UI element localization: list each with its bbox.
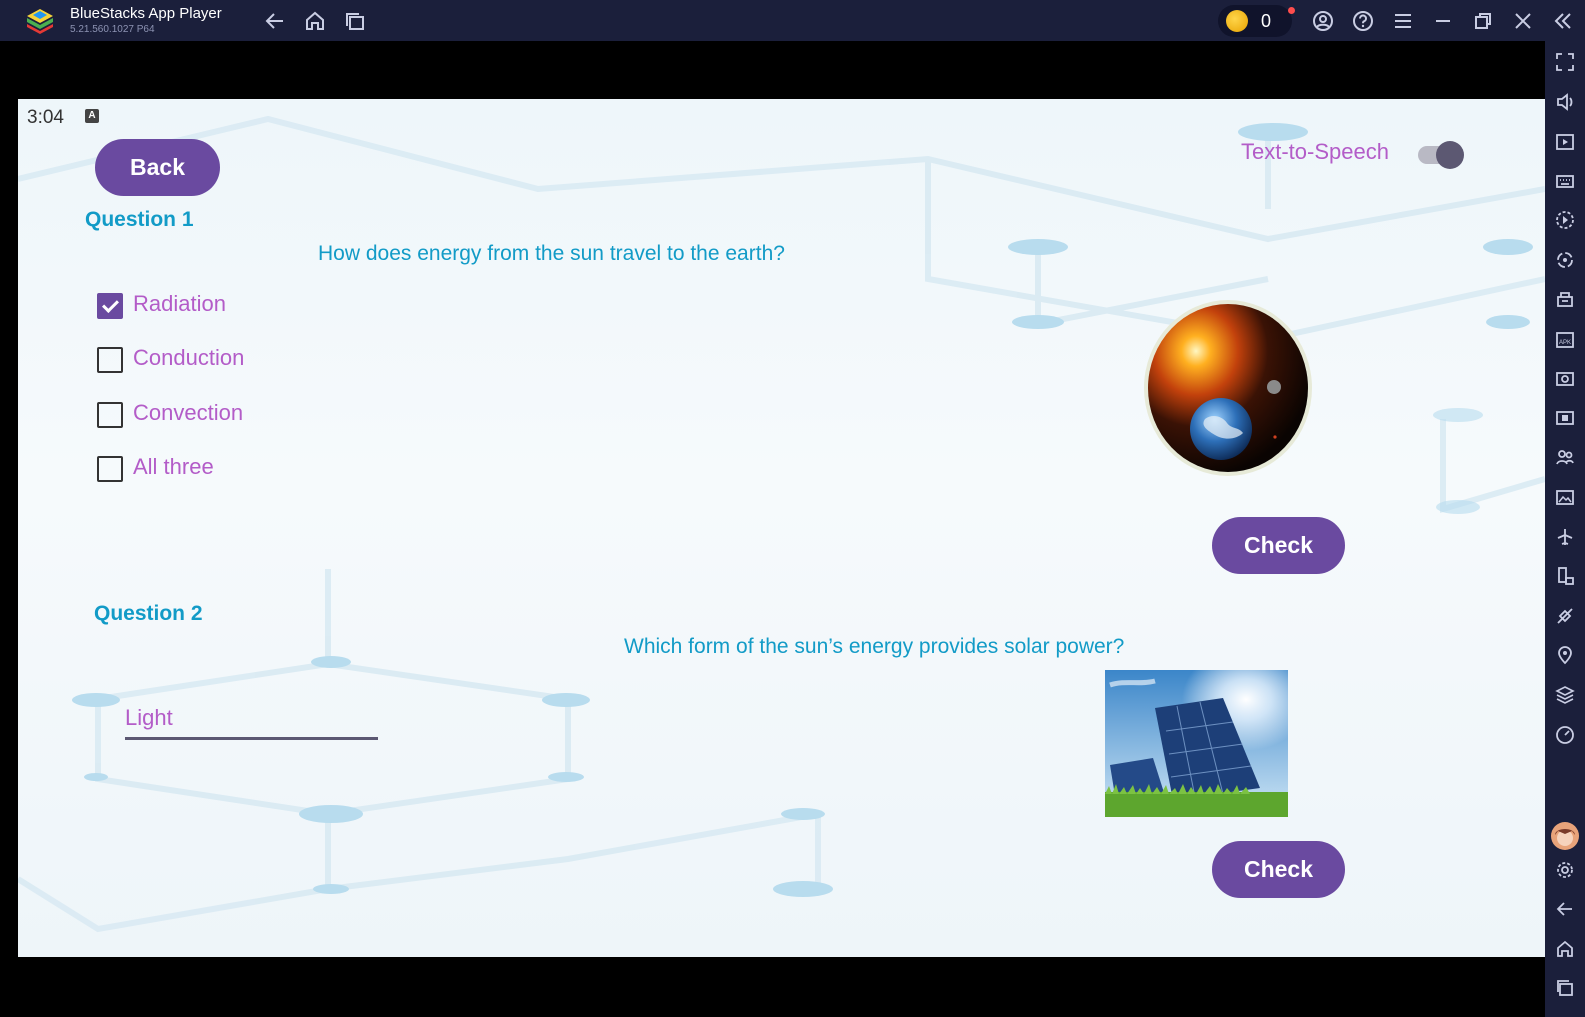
performance-icon[interactable]	[1555, 289, 1575, 309]
toggle-thumb	[1436, 141, 1464, 169]
restore-icon[interactable]	[1472, 10, 1494, 32]
android-back-icon[interactable]	[1555, 899, 1575, 919]
question-2-text: Which form of the sun’s energy provides …	[624, 635, 1125, 658]
airplane-mode-icon[interactable]	[1555, 527, 1575, 547]
question-1-heading: Question 1	[85, 208, 194, 231]
multi-instance-icon[interactable]	[1555, 447, 1575, 467]
media-icon[interactable]	[1555, 132, 1575, 152]
coin-icon	[1226, 10, 1248, 32]
app-version: 5.21.560.1027 P64	[70, 24, 155, 35]
sun-earth-image	[1144, 300, 1312, 476]
coin-balance[interactable]: 0	[1218, 5, 1295, 37]
keyboard-icon[interactable]	[1555, 171, 1575, 191]
home-icon[interactable]	[304, 10, 326, 32]
sync-icon[interactable]	[1555, 250, 1575, 270]
speed-icon[interactable]	[1555, 724, 1575, 744]
status-indicator-icon: A	[85, 109, 99, 123]
bluestacks-sidebar: APK	[1545, 41, 1585, 1017]
checkbox-checked-icon[interactable]	[97, 293, 123, 319]
bluestacks-logo-icon	[27, 9, 53, 34]
collapse-sidebar-icon[interactable]	[1552, 10, 1574, 32]
rotate-icon[interactable]	[1555, 566, 1575, 586]
android-recents-icon[interactable]	[1555, 978, 1575, 998]
account-icon[interactable]	[1312, 10, 1334, 32]
solar-panel-image	[1105, 670, 1288, 817]
checkbox-icon[interactable]	[97, 402, 123, 428]
layers-icon[interactable]	[1555, 685, 1575, 705]
option-label: Conduction	[133, 345, 245, 370]
back-arrow-icon[interactable]	[264, 10, 286, 32]
answer-input[interactable]: Light	[125, 699, 378, 741]
minimize-icon[interactable]	[1432, 10, 1454, 32]
checkbox-icon[interactable]	[97, 347, 123, 373]
macro-icon[interactable]	[1555, 210, 1575, 230]
window-titlebar: BlueStacks App Player 5.21.560.1027 P64 …	[0, 0, 1585, 41]
android-screen: 3:04 A Back Text-to-Speech Question 1 Ho…	[18, 99, 1545, 957]
notification-dot	[1288, 7, 1295, 14]
recent-apps-icon[interactable]	[344, 10, 366, 32]
android-home-icon[interactable]	[1555, 939, 1575, 959]
record-icon[interactable]	[1555, 408, 1575, 428]
checkbox-icon[interactable]	[97, 456, 123, 482]
help-icon[interactable]	[1352, 10, 1374, 32]
tts-label: Text-to-Speech	[1241, 139, 1389, 164]
avatar-icon[interactable]	[1550, 821, 1580, 851]
input-underline	[125, 737, 378, 740]
answer-value: Light	[125, 705, 173, 730]
status-time: 3:04	[27, 107, 64, 128]
option-label: All three	[133, 454, 214, 479]
back-button[interactable]: Back	[95, 139, 220, 196]
check-button-q1[interactable]: Check	[1212, 517, 1345, 574]
check-button-q2[interactable]: Check	[1212, 841, 1345, 898]
fullscreen-icon[interactable]	[1555, 52, 1575, 72]
tts-toggle[interactable]	[1416, 139, 1464, 169]
media-manager-icon[interactable]	[1555, 487, 1575, 507]
coin-count: 0	[1261, 11, 1272, 31]
option-label: Convection	[133, 400, 244, 425]
apk-install-icon[interactable]: APK	[1555, 329, 1575, 349]
window-title: BlueStacks App Player	[70, 5, 222, 22]
menu-icon[interactable]	[1392, 10, 1414, 32]
location-icon[interactable]	[1555, 645, 1575, 665]
screenshot-icon[interactable]	[1555, 368, 1575, 388]
question-1-text: How does energy from the sun travel to t…	[318, 242, 785, 265]
close-icon[interactable]	[1512, 10, 1534, 32]
svg-text:APK: APK	[1559, 340, 1571, 346]
eco-mode-icon[interactable]	[1555, 606, 1575, 626]
settings-icon[interactable]	[1555, 860, 1575, 880]
volume-icon[interactable]	[1555, 92, 1575, 112]
question-2-heading: Question 2	[94, 602, 203, 625]
option-label: Radiation	[133, 291, 226, 316]
